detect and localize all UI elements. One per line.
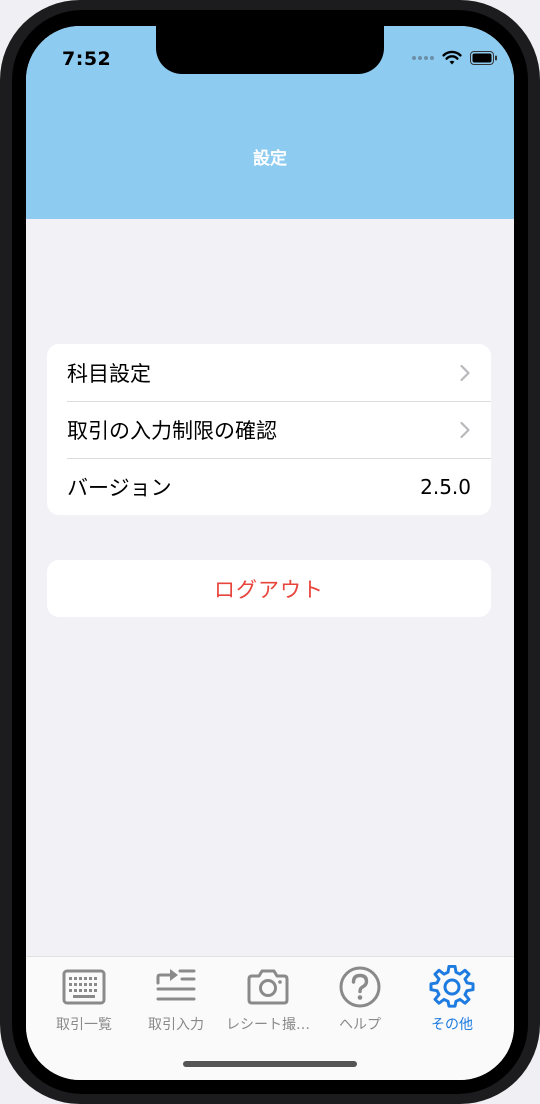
home-indicator <box>183 1061 357 1067</box>
chevron-right-icon <box>460 364 470 381</box>
cellular-signal-icon <box>412 56 434 60</box>
navigation-header: 7:52 設定 <box>26 26 514 219</box>
wifi-icon <box>442 50 462 65</box>
screen: 7:52 設定 科目設定 取引の入力制限の確認 バージョン 2.5.0 ログアウ… <box>26 26 514 1080</box>
settings-row-label: 科目設定 <box>67 361 151 386</box>
tab-label: その他 <box>431 1017 473 1033</box>
page-title: 設定 <box>253 149 287 169</box>
notch <box>156 26 384 74</box>
status-time: 7:52 <box>62 48 112 70</box>
device-frame: 7:52 設定 科目設定 取引の入力制限の確認 バージョン 2.5.0 ログアウ… <box>0 0 540 1104</box>
tab-help[interactable]: ヘルプ <box>314 965 406 1034</box>
settings-row-subjects[interactable]: 科目設定 <box>47 344 491 401</box>
settings-row-input-limits[interactable]: 取引の入力制限の確認 <box>47 401 491 458</box>
settings-row-label: バージョン <box>67 475 172 500</box>
tab-transaction-entry[interactable]: 取引入力 <box>130 965 222 1034</box>
question-circle-icon <box>339 966 381 1008</box>
logout-group: ログアウト <box>47 560 491 617</box>
tab-other[interactable]: その他 <box>406 965 498 1034</box>
chevron-right-icon <box>460 421 470 438</box>
list-add-icon <box>156 969 196 1001</box>
camera-icon <box>247 969 289 1005</box>
tab-receipt-capture[interactable]: レシート撮… <box>222 965 314 1034</box>
tab-label: レシート撮… <box>226 1017 310 1033</box>
tab-transactions-list[interactable]: 取引一覧 <box>38 965 130 1034</box>
settings-group: 科目設定 取引の入力制限の確認 バージョン 2.5.0 <box>47 344 491 515</box>
tab-label: ヘルプ <box>339 1017 381 1033</box>
status-icons <box>412 50 498 66</box>
logout-button[interactable]: ログアウト <box>47 560 491 617</box>
keyboard-icon <box>62 969 106 1005</box>
tab-label: 取引入力 <box>148 1017 204 1033</box>
gear-icon <box>429 965 475 1008</box>
version-value: 2.5.0 <box>420 474 471 499</box>
settings-row-version: バージョン 2.5.0 <box>47 458 491 515</box>
settings-row-label: 取引の入力制限の確認 <box>67 418 277 443</box>
battery-icon <box>470 51 497 65</box>
tab-label: 取引一覧 <box>56 1017 112 1033</box>
